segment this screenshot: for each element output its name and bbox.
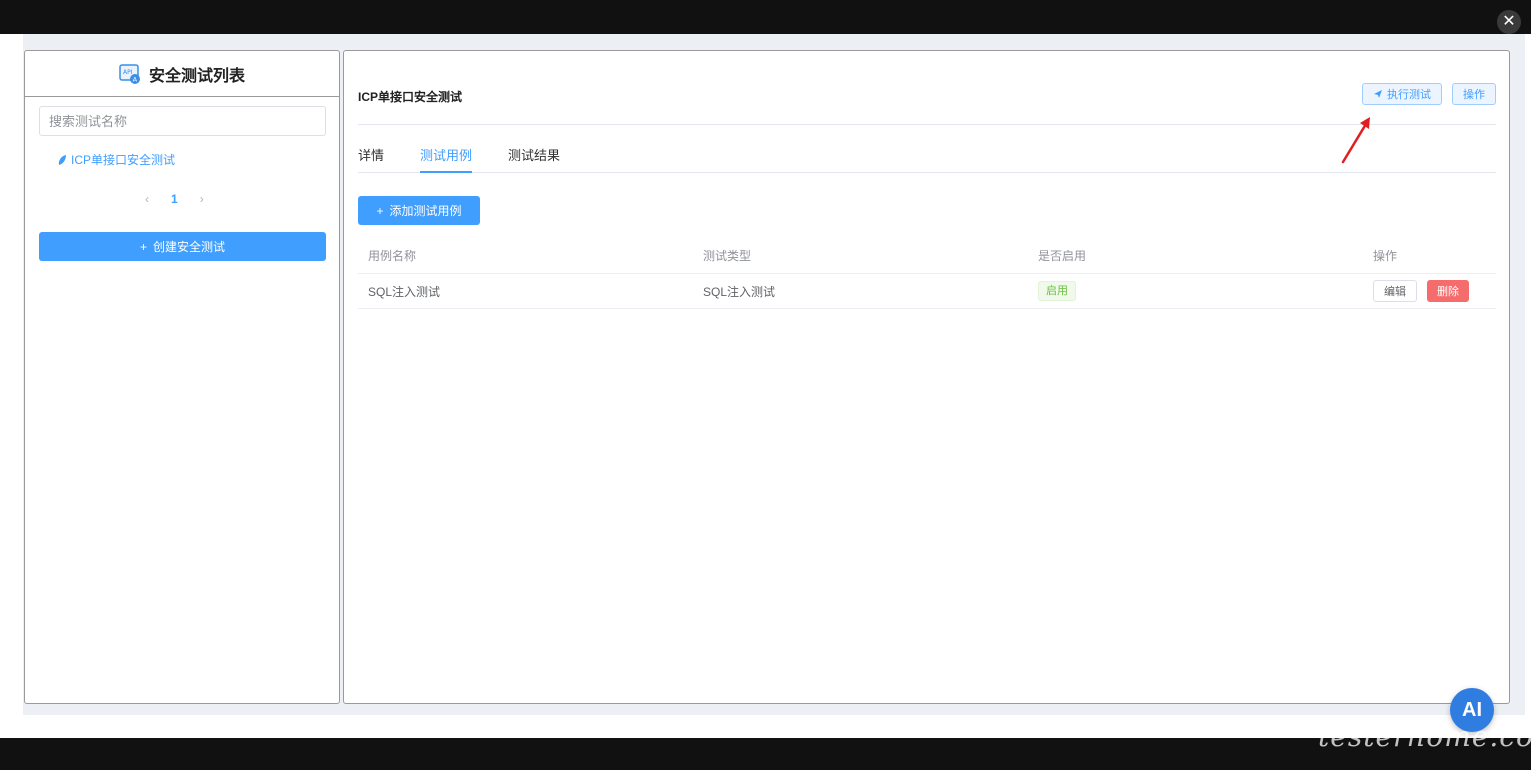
add-button-label: 添加测试用例 <box>389 204 462 218</box>
current-page[interactable]: 1 <box>171 192 178 206</box>
security-test-list-panel: API A 安全测试列表 ICP单接口安全测试 ‹ 1 › + 创建安全测试 <box>24 50 340 704</box>
column-header-actions: 操作 <box>1373 249 1398 263</box>
send-icon <box>1374 90 1382 98</box>
next-page-icon[interactable]: › <box>200 192 204 206</box>
svg-text:API: API <box>123 69 133 76</box>
tab-test-results[interactable]: 测试结果 <box>508 145 560 173</box>
test-list-item-label: ICP单接口安全测试 <box>71 153 176 167</box>
create-button-label: 创建安全测试 <box>153 240 226 254</box>
run-test-button[interactable]: 执行测试 <box>1362 83 1442 105</box>
plus-icon: + <box>376 203 384 218</box>
svg-text:A: A <box>133 75 138 83</box>
test-case-table: 用例名称 测试类型 是否启用 操作 SQL注入测试 SQL注入测试 启用 编辑 … <box>358 238 1496 309</box>
search-input[interactable] <box>39 106 326 136</box>
delete-button[interactable]: 删除 <box>1427 280 1469 302</box>
close-icon[interactable]: ✕ <box>1497 10 1521 34</box>
panel-title: 安全测试列表 <box>148 67 245 85</box>
table-row: SQL注入测试 SQL注入测试 启用 编辑 删除 <box>358 274 1496 309</box>
api-icon: API A <box>119 63 140 84</box>
header-divider <box>358 124 1496 125</box>
test-detail-panel: ICP单接口安全测试 执行测试 操作 详情 测试用例 测试结果 + 添加测试用例… <box>343 50 1510 704</box>
modal-top-bar: ✕ <box>0 0 1531 34</box>
operations-button[interactable]: 操作 <box>1452 83 1496 105</box>
case-enabled-cell: 启用 <box>1028 281 1363 301</box>
enabled-status-badge: 启用 <box>1038 281 1076 301</box>
plus-icon: + <box>139 239 147 254</box>
case-actions-cell: 编辑 删除 <box>1363 280 1496 302</box>
edit-button[interactable]: 编辑 <box>1373 280 1417 302</box>
column-header-enabled: 是否启用 <box>1038 249 1087 263</box>
annotation-arrow-icon <box>1341 117 1370 164</box>
test-list-item[interactable]: ICP单接口安全测试 <box>57 151 175 168</box>
modal-bottom-bar <box>0 738 1531 770</box>
column-header-type: 测试类型 <box>703 249 752 263</box>
case-type-cell: SQL注入测试 <box>703 284 776 299</box>
run-test-label: 执行测试 <box>1387 89 1431 101</box>
tab-test-cases[interactable]: 测试用例 <box>420 145 473 173</box>
prev-page-icon[interactable]: ‹ <box>145 192 149 206</box>
pagination: ‹ 1 › <box>145 192 204 206</box>
leaf-icon <box>58 154 66 165</box>
case-name-cell: SQL注入测试 <box>368 284 441 299</box>
table-header-row: 用例名称 测试类型 是否启用 操作 <box>358 238 1496 274</box>
toolbar: 执行测试 操作 <box>1362 83 1496 105</box>
add-test-case-button[interactable]: + 添加测试用例 <box>358 196 480 225</box>
page-title: ICP单接口安全测试 <box>358 90 463 104</box>
panel-header: API A 安全测试列表 <box>25 51 339 97</box>
tab-details[interactable]: 详情 <box>358 145 384 173</box>
watermark: testerhome.com <box>1318 720 1531 753</box>
tab-bar: 详情 测试用例 测试结果 <box>358 145 1496 173</box>
column-header-name: 用例名称 <box>368 249 417 263</box>
create-security-test-button[interactable]: + 创建安全测试 <box>39 232 326 261</box>
